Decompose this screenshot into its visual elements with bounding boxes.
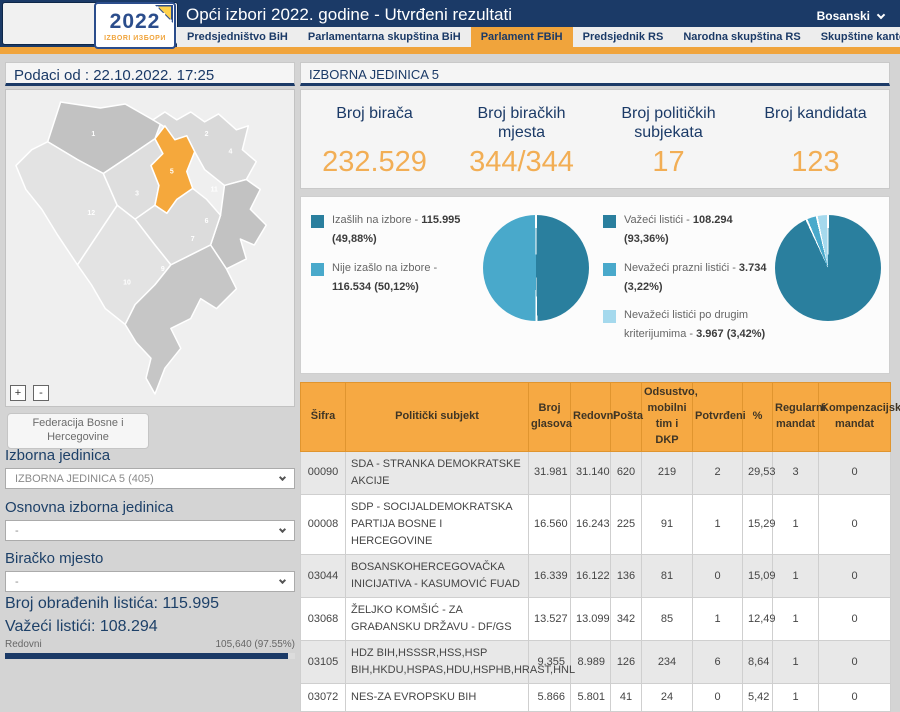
select-biracko-mjesto[interactable]: - <box>5 571 295 592</box>
main-content: IZBORNA JEDINICA 5 Broj birača 232.529 B… <box>300 62 890 651</box>
col-politicki-subjekt: Politički subjekt <box>346 383 529 452</box>
legend-item: Važeći listići - 108.294 (93,36%) <box>603 211 771 250</box>
nav-tab-parlament-fbih[interactable]: Parlament FBiH <box>471 27 573 47</box>
language-selector[interactable]: Bosanski <box>817 9 884 23</box>
data-timestamp-panel: Podaci od : 22.10.2022. 17:25 <box>5 62 295 86</box>
progress-row: Redovni 105,640 (97.55%) <box>5 639 295 650</box>
bih-flag-icon <box>155 5 173 23</box>
processed-ballots-total: Broj obrađenih listića: 115.995 <box>5 595 219 613</box>
table-row: 03068ŽELJKO KOMŠIĆ - ZA GRAĐANSKU DRŽAVU… <box>301 598 891 641</box>
table-row: 03105HDZ BIH,HSSSR,HSS,HSP BIH,HKDU,HSPA… <box>301 641 891 684</box>
valid-ballots-total: Važeći listići: 108.294 <box>5 618 158 636</box>
main-nav: Predsjedništvo BiH Parlamentarna skupšti… <box>177 27 900 47</box>
charts-panel: Izašlih na izbore - 115.995 (49,88%) Nij… <box>300 196 890 374</box>
stats-panel: Broj birača 232.529 Broj biračkih mjesta… <box>300 89 890 189</box>
stat-broj-biraca: Broj birača 232.529 <box>301 90 448 188</box>
select-izborna-jedinica-value: IZBORNA JEDINICA 5 (405) <box>15 473 154 485</box>
map-label-5: 5 <box>170 169 174 176</box>
map-label-9: 9 <box>161 266 165 273</box>
chevron-down-icon <box>279 473 286 480</box>
logo: 2022 IZBORI ИЗБОРИ <box>94 2 176 49</box>
logo-subtitle: IZBORI ИЗБОРИ <box>96 35 174 42</box>
nav-tab-predsjednistvo-bih[interactable]: Predsjedništvo BiH <box>177 27 298 47</box>
map-label-1: 1 <box>91 131 95 138</box>
nav-tab-skupstine-kantona-fbih[interactable]: Skupštine kantona u FBiH <box>811 27 900 47</box>
map-panel: 1 2 3 4 5 6 7 9 10 11 12 + - <box>5 89 295 407</box>
map-label-10: 10 <box>123 280 131 287</box>
map-zoom-out-button[interactable]: - <box>33 385 49 401</box>
legend-item: Izašlih na izbore - 115.995 (49,88%) <box>311 211 479 250</box>
map-zoom-in-button[interactable]: + <box>10 385 26 401</box>
legend-swatch <box>603 263 616 276</box>
col-regularni-mandat: Regularni mandat <box>773 383 819 452</box>
table-row: 03072NES-ZA EVROPSKU BIH 5.8665.801 4124… <box>301 684 891 712</box>
data-timestamp: Podaci od : 22.10.2022. 17:25 <box>14 67 214 84</box>
ballots-legend: Važeći listići - 108.294 (93,36%) Nevaže… <box>603 211 771 365</box>
legend-swatch <box>603 310 616 323</box>
bih-map[interactable]: 1 2 3 4 5 6 7 9 10 11 12 <box>6 92 294 404</box>
table-row: 00008SDP - SOCIJALDEMOKRATSKA PARTIJA BO… <box>301 494 891 554</box>
chevron-down-icon <box>877 10 885 18</box>
nav-tab-narodna-skupstina-rs[interactable]: Narodna skupština RS <box>673 27 810 47</box>
legend-swatch <box>603 215 616 228</box>
progress-track <box>5 653 295 659</box>
filter-label-osnovna-izborna-jedinica: Osnovna izborna jedinica <box>5 499 173 516</box>
col-odsustvo: Odsustvo, mobilni tim i DKP <box>642 383 693 452</box>
results-table: Šifra Politički subjekt Broj glasova Red… <box>300 382 891 712</box>
map-zoom-controls: + - <box>10 385 49 401</box>
select-osnovna-izborna-jedinica[interactable]: - <box>5 520 295 541</box>
table-row: 00090SDA - STRANKA DEMOKRATSKE AKCIJE 31… <box>301 451 891 494</box>
legend-item: Nije izašlo na izbore - 116.534 (50,12%) <box>311 259 479 298</box>
ballots-pie-chart <box>775 215 881 321</box>
progress-label: Redovni <box>5 639 42 650</box>
page-title: Opći izbori 2022. godine - Utvrđeni rezu… <box>186 5 512 25</box>
select-osnovna-izborna-jedinica-value: - <box>15 525 19 537</box>
select-biracko-mjesto-value: - <box>15 576 19 588</box>
chevron-down-icon <box>279 525 286 532</box>
ballots-chart-block: Važeći listići - 108.294 (93,36%) Nevaže… <box>603 211 895 365</box>
turnout-chart-block: Izašlih na izbore - 115.995 (49,88%) Nij… <box>311 211 603 365</box>
stat-birackih-mjesta: Broj biračkih mjesta 344/344 <box>448 90 595 188</box>
filter-label-biracko-mjesto: Biračko mjesto <box>5 550 103 567</box>
col-redovni: Redovni <box>571 383 611 452</box>
col-sifra: Šifra <box>301 383 346 452</box>
map-label-7: 7 <box>191 236 195 243</box>
map-label-11: 11 <box>211 186 218 193</box>
table-row: 03044BOSANSKOHERCEGOVAČKA INICIJATIVA - … <box>301 554 891 597</box>
nav-tab-predsjednik-rs[interactable]: Predsjednik RS <box>573 27 674 47</box>
entity-button[interactable]: Federacija Bosne i Hercegovine <box>7 413 149 449</box>
legend-item: Nevažeći prazni listići - 3.734 (3,22%) <box>603 259 771 298</box>
progress-fill <box>5 653 288 659</box>
col-broj-glasova: Broj glasova <box>529 383 571 452</box>
stat-kandidata: Broj kandidata 123 <box>742 90 889 188</box>
col-potvrdjeni: Potvrđeni <box>693 383 743 452</box>
progress-value: 105,640 (97.55%) <box>215 639 295 650</box>
col-posta: Pošta <box>611 383 642 452</box>
map-region-east <box>211 179 267 268</box>
legend-swatch <box>311 215 324 228</box>
turnout-pie-chart <box>483 215 589 321</box>
turnout-legend: Izašlih na izbore - 115.995 (49,88%) Nij… <box>311 211 479 365</box>
map-label-6: 6 <box>205 218 209 225</box>
nav-tab-parlamentarna-skupstina-bih[interactable]: Parlamentarna skupština BiH <box>298 27 471 47</box>
map-label-4: 4 <box>228 149 232 156</box>
chevron-down-icon <box>279 576 286 583</box>
language-label: Bosanski <box>817 9 870 23</box>
legend-swatch <box>311 263 324 276</box>
map-label-12: 12 <box>87 210 95 217</box>
legend-item: Nevažeći listići po drugim kriterijumima… <box>603 306 771 345</box>
map-label-2: 2 <box>205 131 209 138</box>
unit-title: IZBORNA JEDINICA 5 <box>309 67 439 82</box>
col-procenat: % <box>743 383 773 452</box>
stat-politickih-subjekata: Broj političkih subjekata 17 <box>595 90 742 188</box>
filter-label-izborna-jedinica: Izborna jedinica <box>5 447 110 464</box>
select-izborna-jedinica[interactable]: IZBORNA JEDINICA 5 (405) <box>5 468 295 489</box>
sidebar: Podaci od : 22.10.2022. 17:25 1 2 3 <box>5 62 295 651</box>
unit-title-panel: IZBORNA JEDINICA 5 <box>300 62 890 86</box>
col-kompenzacijski-mandat: Kompenzacijski mandat <box>819 383 891 452</box>
table-header-row: Šifra Politički subjekt Broj glasova Red… <box>301 383 891 452</box>
map-label-3: 3 <box>135 190 139 197</box>
